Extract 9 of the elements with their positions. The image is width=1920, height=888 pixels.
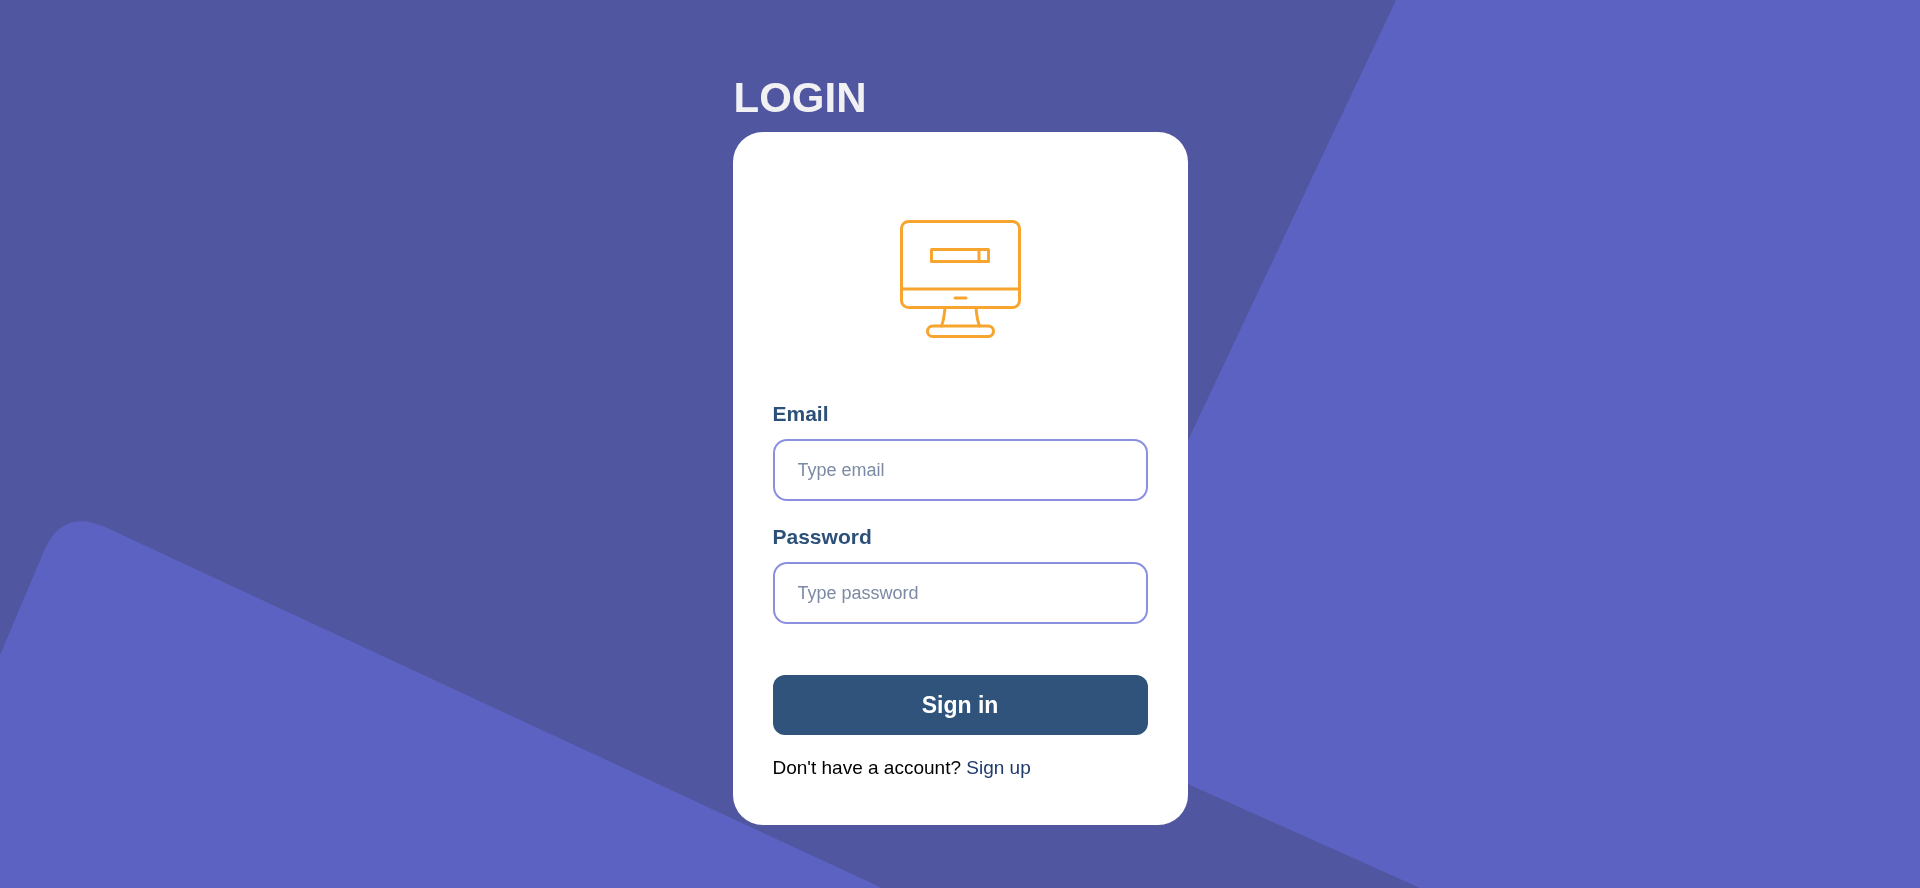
login-heading: LOGIN [733,77,867,119]
signup-link[interactable]: Sign up [966,757,1031,778]
input-field[interactable]: Type password [772,562,1148,624]
signup-prompt: Don't have a account? Sign up [772,756,1031,779]
sign-in-button[interactable]: Sign in [772,675,1148,735]
field-label: Password [772,525,872,549]
field-label: Email [772,402,829,426]
monitor-icon [899,220,1021,338]
input-field[interactable]: Type email [772,439,1148,501]
